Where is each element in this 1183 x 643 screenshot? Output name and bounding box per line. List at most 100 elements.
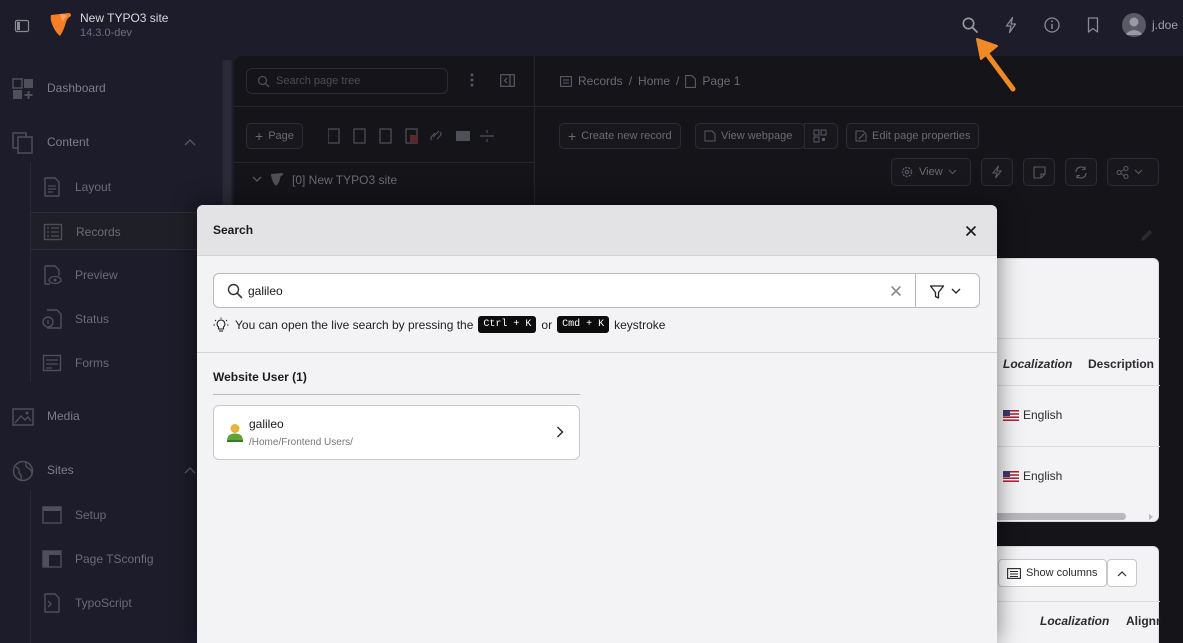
us-flag-icon bbox=[1003, 409, 1019, 421]
edit-page-properties-button[interactable]: Edit page properties bbox=[846, 123, 980, 149]
module-content[interactable]: Content bbox=[0, 124, 222, 160]
sidebar-toggle-icon[interactable] bbox=[14, 18, 30, 34]
divider bbox=[234, 162, 534, 163]
search-icon[interactable] bbox=[961, 16, 979, 34]
sidebar-item-label: Page TSconfig bbox=[75, 552, 154, 566]
module-label: Dashboard bbox=[47, 81, 106, 95]
share-dropdown-button[interactable] bbox=[1107, 158, 1159, 186]
site-info[interactable]: New TYPO3 site 14.3.0-dev bbox=[80, 11, 168, 41]
close-icon[interactable] bbox=[963, 223, 979, 239]
us-flag-icon bbox=[1003, 470, 1019, 482]
content-icon bbox=[12, 132, 33, 154]
search-result-item[interactable]: galileo /Home/Frontend Users/ bbox=[213, 405, 580, 460]
breadcrumb: Records / Home / Page 1 bbox=[560, 74, 740, 88]
share-icon bbox=[1116, 165, 1129, 179]
column-header-localization[interactable]: Localization bbox=[1003, 357, 1072, 371]
divider bbox=[234, 106, 534, 107]
module-label: Content bbox=[47, 135, 90, 149]
show-columns-button[interactable]: Show columns bbox=[998, 559, 1107, 587]
collapse-tree-icon[interactable] bbox=[500, 74, 515, 87]
column-header-description[interactable]: Description bbox=[1088, 357, 1154, 371]
flash-icon bbox=[991, 165, 1003, 179]
table-scrollbar-thumb[interactable] bbox=[997, 513, 1126, 520]
reload-icon bbox=[1075, 165, 1087, 179]
search-field bbox=[213, 273, 916, 308]
search-hint: You can open the live search by pressing… bbox=[213, 316, 665, 333]
records-table-2: Show columns Localization Alignr bbox=[997, 546, 1161, 643]
sidebar-item-typoscript[interactable]: TypoScript bbox=[30, 584, 222, 622]
qr-code-button[interactable] bbox=[804, 123, 838, 149]
breadcrumb-item[interactable]: Records bbox=[578, 74, 623, 88]
module-dashboard[interactable]: Dashboard bbox=[0, 70, 222, 106]
page-tree-root-label[interactable]: [0] New TYPO3 site bbox=[292, 173, 397, 187]
page-tree-search[interactable]: Search page tree bbox=[246, 68, 448, 94]
create-new-record-button[interactable]: + Create new record bbox=[559, 123, 681, 149]
view-dropdown-button[interactable]: View bbox=[891, 158, 971, 186]
chevron-up-icon[interactable] bbox=[184, 138, 196, 146]
sidebar-item-preview[interactable]: Preview bbox=[30, 256, 222, 294]
chevron-down-icon bbox=[948, 169, 957, 175]
records-table-area: Localization Description English English bbox=[997, 205, 1183, 643]
flash-icon[interactable] bbox=[1002, 16, 1020, 34]
layout-icon bbox=[44, 177, 60, 197]
media-icon bbox=[12, 408, 34, 426]
view-webpage-button[interactable]: View webpage bbox=[695, 123, 805, 149]
plus-icon: + bbox=[568, 128, 577, 144]
module-sites[interactable]: Sites bbox=[0, 452, 222, 488]
chevron-down-icon bbox=[951, 288, 961, 294]
scroll-right-icon[interactable] bbox=[1148, 514, 1154, 520]
globe-icon bbox=[12, 460, 34, 482]
page-icon bbox=[685, 74, 697, 88]
search-input[interactable] bbox=[248, 281, 848, 301]
pencil-icon[interactable] bbox=[1139, 228, 1154, 243]
sidebar-item-status[interactable]: Status bbox=[30, 300, 222, 338]
more-options-icon[interactable] bbox=[470, 73, 474, 87]
new-page-button[interactable]: + Page bbox=[246, 123, 303, 149]
info-icon[interactable] bbox=[1043, 16, 1061, 34]
divider bbox=[997, 338, 1160, 339]
frontend-user-icon bbox=[227, 424, 243, 442]
breadcrumb-item[interactable]: Home bbox=[638, 74, 670, 88]
clear-cache-button[interactable] bbox=[981, 158, 1013, 186]
bookmark-icon[interactable] bbox=[1084, 16, 1102, 34]
page-type-icons[interactable] bbox=[328, 128, 498, 144]
username: j.doe bbox=[1152, 18, 1179, 32]
hint-text: keystroke bbox=[614, 317, 666, 332]
result-path: /Home/Frontend Users/ bbox=[249, 437, 353, 448]
status-icon bbox=[42, 309, 62, 329]
sidebar-item-layout[interactable]: Layout bbox=[30, 168, 222, 206]
breadcrumb-separator: / bbox=[676, 74, 680, 88]
column-header-alignment[interactable]: Alignr bbox=[1126, 614, 1161, 628]
sidebar-item-forms[interactable]: Forms bbox=[30, 344, 222, 382]
divider bbox=[997, 385, 1160, 386]
language-label: English bbox=[1023, 408, 1063, 422]
dashboard-icon bbox=[12, 78, 33, 99]
sidebar-item-records[interactable]: Records bbox=[30, 212, 222, 250]
chevron-up-icon[interactable] bbox=[184, 466, 196, 474]
annotation-arrow-icon bbox=[976, 38, 1016, 92]
breadcrumb-item[interactable]: Page 1 bbox=[702, 74, 740, 88]
search-icon bbox=[227, 283, 243, 299]
forms-icon bbox=[42, 354, 62, 372]
notes-button[interactable] bbox=[1023, 158, 1055, 186]
button-label: Show columns bbox=[1026, 567, 1098, 579]
collapse-button[interactable] bbox=[1107, 559, 1137, 587]
divider bbox=[535, 106, 1183, 107]
chevron-down-icon[interactable] bbox=[252, 175, 262, 183]
sidebar-item-setup[interactable]: Setup bbox=[30, 496, 222, 534]
page-tree-search-placeholder: Search page tree bbox=[276, 75, 361, 87]
avatar bbox=[1122, 13, 1146, 37]
sidebar-item-page-tsconfig[interactable]: Page TSconfig bbox=[30, 540, 222, 578]
button-label: Create new record bbox=[581, 130, 672, 142]
module-media[interactable]: Media bbox=[0, 398, 222, 434]
modal-title: Search bbox=[213, 223, 254, 237]
typo3-logo-icon[interactable] bbox=[49, 12, 73, 38]
clear-search-icon[interactable] bbox=[890, 285, 902, 297]
note-icon bbox=[1032, 165, 1046, 179]
search-filter-button[interactable] bbox=[916, 273, 980, 308]
reload-button[interactable] bbox=[1065, 158, 1097, 186]
records-table: Localization Description English English bbox=[997, 258, 1160, 522]
column-header-localization[interactable]: Localization bbox=[1040, 614, 1109, 628]
user-menu[interactable]: j.doe bbox=[1122, 13, 1178, 37]
preview-icon bbox=[44, 265, 62, 285]
